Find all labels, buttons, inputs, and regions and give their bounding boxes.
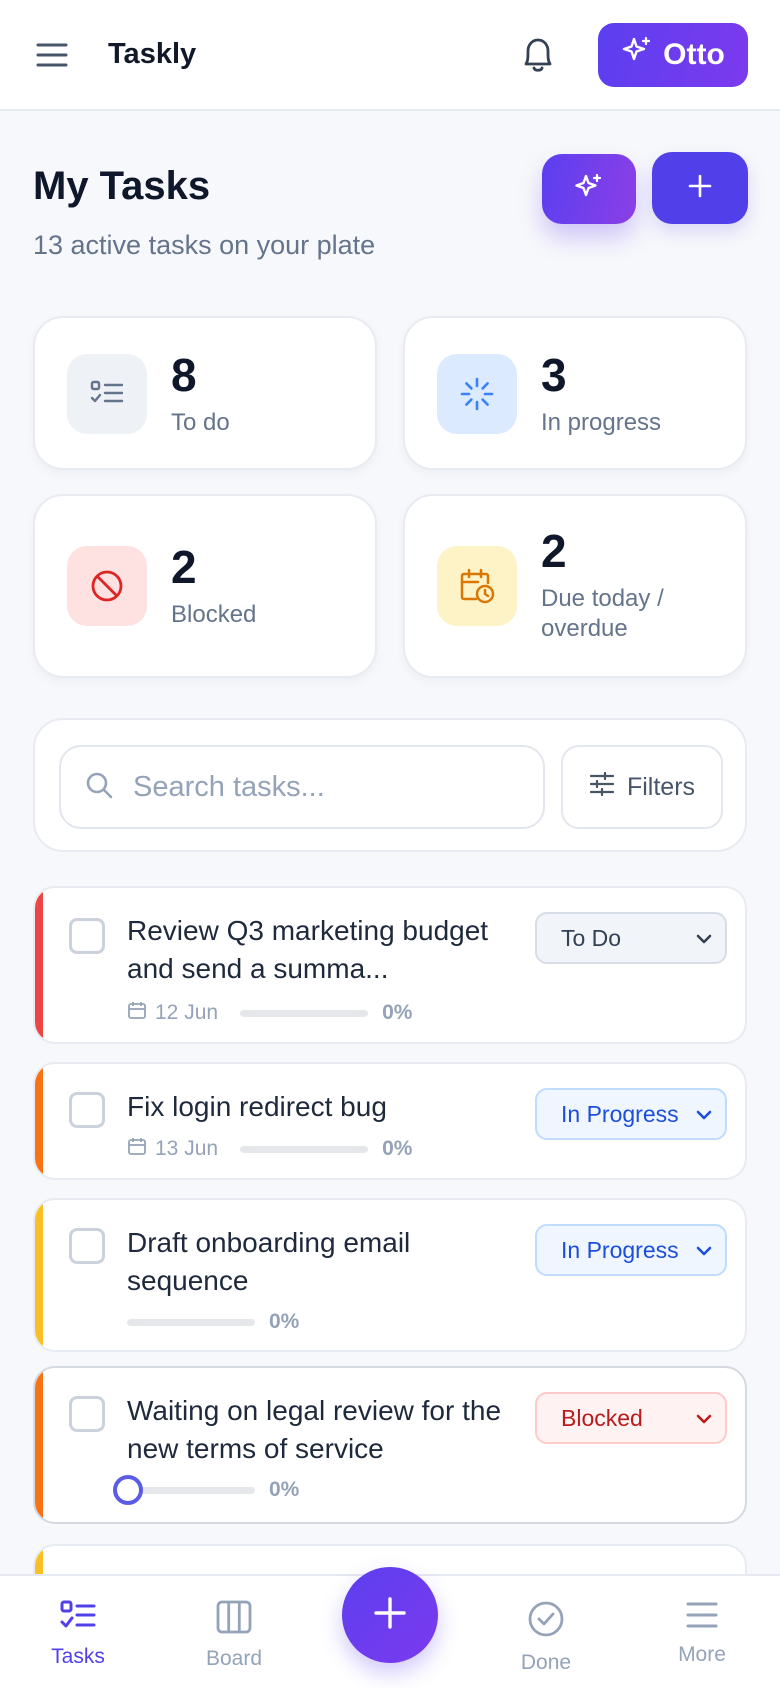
task-date-text: 12 Jun xyxy=(155,1001,219,1024)
stat-count: 2 xyxy=(541,525,567,577)
priority-bar xyxy=(35,888,43,1042)
task-title: Fix login redirect bug xyxy=(127,1091,387,1122)
columns-icon xyxy=(216,1600,252,1639)
stat-label: In progress xyxy=(541,409,662,436)
notification-bell-icon[interactable] xyxy=(516,33,560,77)
task-meta: 0% xyxy=(127,1310,299,1334)
task-date-text: 13 Jun xyxy=(155,1137,219,1160)
stat-card-blocked[interactable]: 2 Blocked xyxy=(33,494,377,678)
stat-label: Due today / overdue xyxy=(541,585,664,642)
task-checkbox[interactable] xyxy=(69,1228,105,1264)
task-title: Draft onboarding email sequence xyxy=(127,1227,411,1296)
stat-card-in-progress[interactable]: 3 In progress xyxy=(403,316,747,470)
sparkles-icon xyxy=(573,171,605,208)
task-card[interactable]: Fix login redirect bug 13 Jun 0% In Prog… xyxy=(33,1062,747,1180)
plus-icon xyxy=(372,1595,408,1636)
task-title: Review Q3 marketing budget and send a su… xyxy=(127,915,489,984)
status-select[interactable]: Blocked xyxy=(535,1392,727,1444)
sliders-icon xyxy=(589,771,615,803)
status-value: In Progress xyxy=(561,1236,679,1263)
app-header: Taskly Otto xyxy=(0,0,780,111)
add-task-button[interactable] xyxy=(652,152,748,224)
stat-count: 2 xyxy=(171,541,197,593)
floating-add-button[interactable] xyxy=(342,1567,438,1663)
search-input[interactable]: Search tasks... xyxy=(59,745,545,829)
search-icon xyxy=(85,771,113,804)
page-subtitle: 13 active tasks on your plate xyxy=(33,230,376,260)
status-value: To Do xyxy=(561,924,622,951)
progress-percent: 0% xyxy=(382,1137,413,1160)
nav-label: More xyxy=(678,1643,726,1666)
priority-bar xyxy=(35,1368,43,1522)
progress-percent: 0% xyxy=(269,1478,300,1501)
status-select[interactable]: In Progress xyxy=(535,1224,727,1276)
progress-bar xyxy=(240,1145,369,1153)
task-meta: 0% xyxy=(113,1474,300,1505)
task-checkbox[interactable] xyxy=(69,1092,105,1128)
ban-icon xyxy=(67,546,147,626)
page-title: My Tasks xyxy=(33,164,211,208)
check-circle-icon xyxy=(527,1600,565,1643)
progress-percent: 0% xyxy=(269,1310,300,1333)
loader-icon xyxy=(437,354,517,434)
nav-tasks[interactable]: Tasks xyxy=(23,1576,133,1688)
task-card[interactable]: Waiting on legal review for the new term… xyxy=(33,1366,747,1524)
task-date: 12 Jun xyxy=(127,1000,218,1026)
calendar-icon xyxy=(127,1136,147,1162)
task-checkbox[interactable] xyxy=(69,1396,105,1432)
stat-count: 3 xyxy=(541,349,567,401)
hamburger-menu-icon[interactable] xyxy=(32,35,72,75)
app-title: Taskly xyxy=(108,38,197,70)
filters-button[interactable]: Filters xyxy=(561,745,723,829)
stat-card-todo[interactable]: 8 To do xyxy=(33,316,377,470)
task-title: Waiting on legal review for the new term… xyxy=(127,1395,502,1464)
chevron-down-icon xyxy=(693,1240,715,1268)
slider-thumb[interactable] xyxy=(113,1474,143,1505)
progress-percent: 0% xyxy=(382,1001,413,1024)
task-checkbox[interactable] xyxy=(69,918,105,954)
status-select[interactable]: To Do xyxy=(535,912,727,964)
otto-button-label: Otto xyxy=(663,37,725,71)
checklist-icon xyxy=(67,354,147,434)
sparkles-icon xyxy=(621,35,653,75)
priority-bar xyxy=(35,1200,43,1350)
nav-done[interactable]: Done xyxy=(491,1576,601,1688)
nav-board[interactable]: Board xyxy=(179,1576,289,1688)
calendar-clock-icon xyxy=(437,546,517,626)
progress-slider[interactable] xyxy=(113,1474,255,1505)
status-value: Blocked xyxy=(561,1404,643,1431)
status-value: In Progress xyxy=(561,1100,679,1127)
priority-bar xyxy=(35,1064,43,1178)
calendar-icon xyxy=(127,1000,147,1026)
nav-label: Done xyxy=(520,1651,572,1674)
task-meta: 12 Jun 0% xyxy=(127,1000,412,1026)
task-date: 13 Jun xyxy=(127,1136,218,1162)
chevron-down-icon xyxy=(693,1408,715,1436)
checklist-icon xyxy=(60,1600,96,1637)
progress-bar xyxy=(240,1009,369,1017)
search-panel: Search tasks... Filters xyxy=(33,718,747,852)
ai-suggest-button[interactable] xyxy=(542,154,636,224)
status-select[interactable]: In Progress xyxy=(535,1088,727,1140)
stat-label: Blocked xyxy=(171,601,257,628)
chevron-down-icon xyxy=(693,928,715,956)
otto-assistant-button[interactable]: Otto xyxy=(598,22,748,87)
plus-icon xyxy=(687,173,713,204)
task-card[interactable]: Draft onboarding email sequence 0% In Pr… xyxy=(33,1198,747,1352)
filters-label: Filters xyxy=(626,772,696,801)
stat-label: To do xyxy=(171,409,230,436)
progress-bar xyxy=(127,1318,255,1326)
stat-count: 8 xyxy=(171,349,197,401)
menu-icon xyxy=(685,1600,719,1635)
nav-label: Board xyxy=(205,1647,263,1670)
chevron-down-icon xyxy=(693,1104,715,1132)
nav-label: Tasks xyxy=(51,1645,105,1668)
task-card[interactable]: Review Q3 marketing budget and send a su… xyxy=(33,886,747,1044)
nav-more[interactable]: More xyxy=(647,1576,757,1688)
search-placeholder: Search tasks... xyxy=(133,770,325,803)
stat-card-due[interactable]: 2 Due today / overdue xyxy=(403,494,747,678)
task-meta: 13 Jun 0% xyxy=(127,1136,412,1162)
